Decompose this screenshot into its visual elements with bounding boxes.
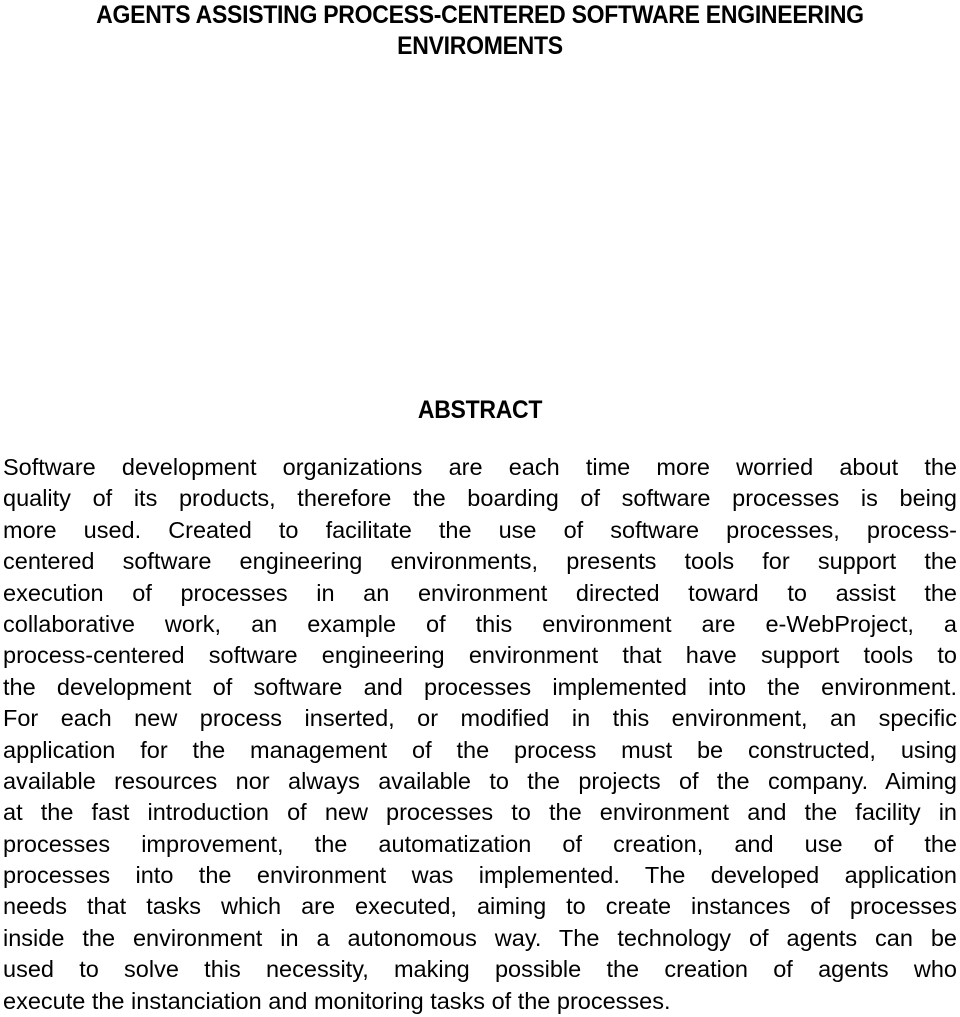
abstract-line-last: execute the instanciation and monitoring… <box>3 987 671 1014</box>
abstract-line: centered software engineering environmen… <box>3 548 957 575</box>
document-title-line-1: AGENTS ASSISTING PROCESS-CENTERED SOFTWA… <box>96 1 864 29</box>
abstract-line: needs that tasks which are executed, aim… <box>3 893 957 920</box>
abstract-line: Software development organizations are e… <box>3 454 957 480</box>
abstract-line: execution of processes in an environment… <box>3 579 957 606</box>
abstract-line: collaborative work, an example of this e… <box>3 610 957 637</box>
abstract-line: processes into the environment was imple… <box>3 862 957 889</box>
abstract-line: processes improvement, the automatizatio… <box>3 830 957 857</box>
abstract-line: at the fast introduction of new processe… <box>3 799 957 826</box>
abstract-line: used to solve this necessity, making pos… <box>3 956 957 983</box>
abstract-line: more used. Created to facilitate the use… <box>3 516 957 543</box>
abstract-line: inside the environment in a autonomous w… <box>3 924 957 951</box>
abstract-paragraph: Software development organizations are e… <box>3 452 957 1017</box>
abstract-line: available resources nor always available… <box>3 767 957 794</box>
abstract-line: process-centered software engineering en… <box>3 642 957 669</box>
abstract-line: quality of its products, therefore the b… <box>3 485 957 512</box>
document-title-line-2: ENVIROMENTS <box>397 32 563 60</box>
abstract-heading: ABSTRACT <box>417 396 543 424</box>
document-title: AGENTS ASSISTING PROCESS-CENTERED SOFTWA… <box>38 0 921 62</box>
abstract-line: application for the management of the pr… <box>3 736 957 763</box>
abstract-line: the development of software and processe… <box>3 673 957 700</box>
abstract-line: For each new process inserted, or modifi… <box>3 705 957 732</box>
